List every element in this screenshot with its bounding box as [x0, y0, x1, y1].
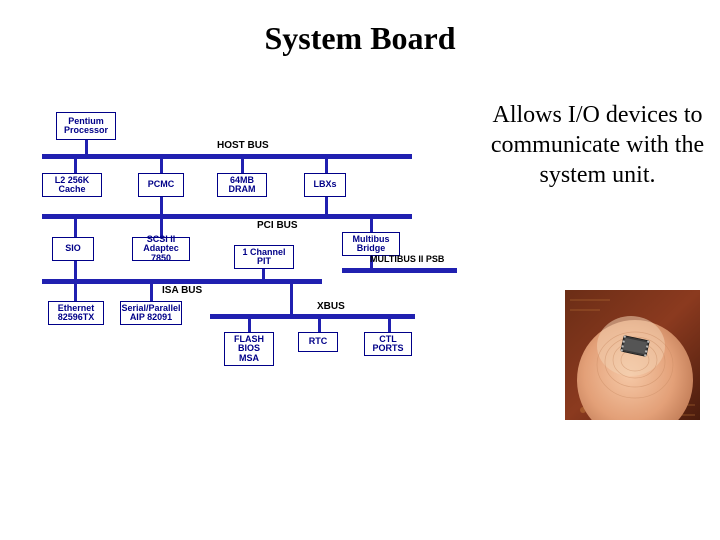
bus-isa-label: ISA BUS: [162, 285, 202, 296]
stub: [318, 319, 321, 332]
stub: [290, 284, 293, 314]
bus-xbus-label: XBUS: [317, 301, 345, 312]
bus-xbus: [210, 314, 415, 319]
stub: [74, 219, 77, 237]
block-scsi: SCSI IIAdaptec 7850: [132, 237, 190, 261]
bus-isa: [42, 279, 322, 284]
stub: [388, 319, 391, 332]
block-ctl: CTLPORTS: [364, 332, 412, 356]
block-cpu: PentiumProcessor: [56, 112, 116, 140]
block-bridge: MultibusBridge: [342, 232, 400, 256]
block-ethernet: Ethernet82596TX: [48, 301, 104, 325]
block-flash: FLASHBIOSMSA: [224, 332, 274, 366]
block-sio: SIO: [52, 237, 94, 261]
chip-on-fingertip-photo: [565, 290, 700, 420]
stub: [241, 159, 244, 173]
bus-host-label: HOST BUS: [217, 140, 269, 151]
stub: [85, 140, 88, 154]
bus-multibus-label: MULTIBUS II PSB: [370, 254, 444, 264]
block-dram: 64MBDRAM: [217, 173, 267, 197]
block-serpar: Serial/ParallelAIP 82091: [120, 301, 182, 325]
system-board-diagram: PentiumProcessor HOST BUS L2 256KCache P…: [42, 112, 472, 442]
stub: [248, 319, 251, 332]
bus-host: [42, 154, 412, 159]
block-pcmc: PCMC: [138, 173, 184, 197]
block-pit: 1 ChannelPIT: [234, 245, 294, 269]
bus-pci-label: PCI BUS: [257, 220, 298, 231]
body-text: Allows I/O devices to communicate with t…: [485, 100, 710, 190]
stub: [262, 269, 265, 279]
slide: System Board Allows I/O devices to commu…: [0, 0, 720, 540]
stub: [325, 197, 328, 214]
stub: [370, 219, 373, 232]
stub: [325, 159, 328, 173]
block-cache: L2 256KCache: [42, 173, 102, 197]
stub: [160, 159, 163, 173]
bus-multibus: [342, 268, 457, 273]
block-lbxs: LBXs: [304, 173, 346, 197]
stub: [160, 197, 163, 214]
bus-pci: [42, 214, 412, 219]
page-title: System Board: [0, 20, 720, 57]
stub: [74, 261, 77, 279]
stub: [150, 284, 153, 301]
stub: [74, 284, 77, 301]
block-rtc: RTC: [298, 332, 338, 352]
stub: [74, 159, 77, 173]
